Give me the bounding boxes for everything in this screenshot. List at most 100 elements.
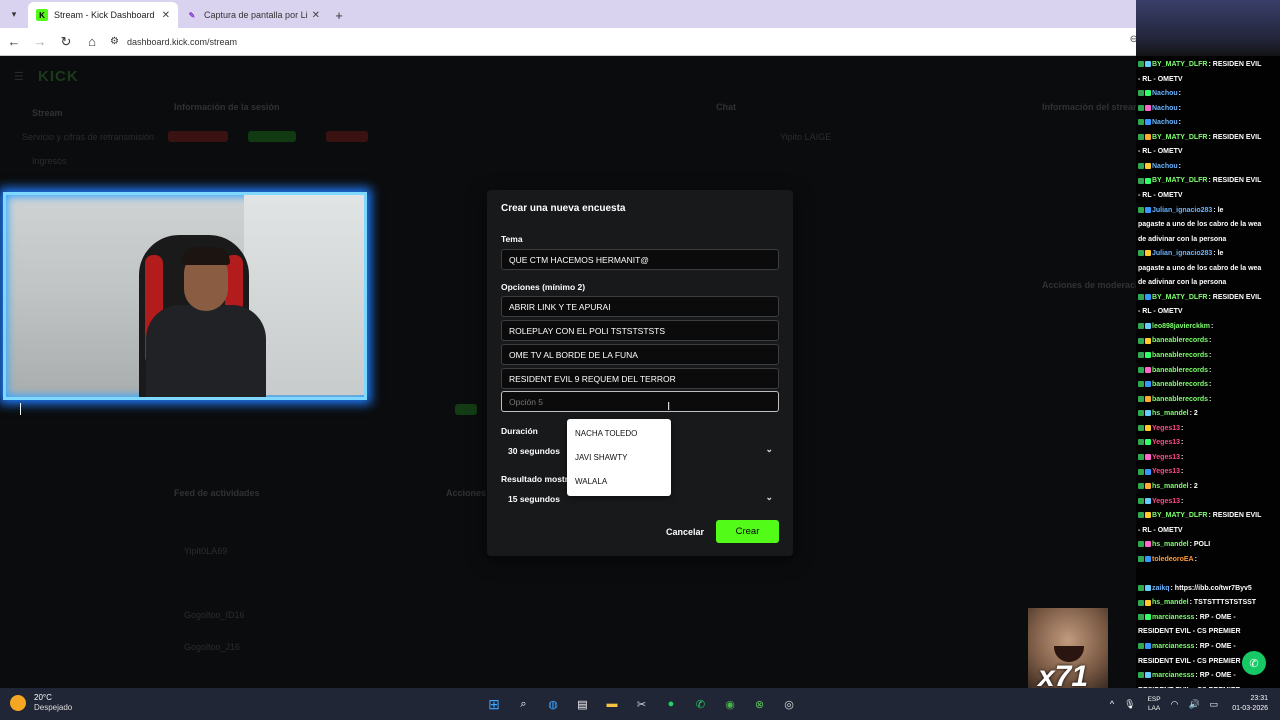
chat-username[interactable]: Nachou bbox=[1152, 163, 1178, 170]
chat-username[interactable]: BY_MATY_DLFR bbox=[1152, 512, 1207, 519]
spotify-icon[interactable]: ● bbox=[659, 692, 683, 716]
chat-username[interactable]: hs_mandel bbox=[1152, 599, 1189, 606]
chat-username[interactable]: Nachou bbox=[1152, 90, 1178, 97]
chevron-down-icon: ⌄ bbox=[765, 444, 773, 454]
xbox-icon[interactable]: ⊗ bbox=[748, 692, 772, 716]
chat-username[interactable]: marcianesss bbox=[1152, 672, 1194, 679]
chat-username[interactable]: Yeges13 bbox=[1152, 468, 1180, 475]
tab-kick-dashboard[interactable]: K Stream - Kick Dashboard ✕ bbox=[28, 2, 178, 28]
back-button[interactable]: ← bbox=[2, 30, 26, 54]
chat-username[interactable]: Yeges13 bbox=[1152, 425, 1180, 432]
battery-icon[interactable]: ▭ bbox=[1210, 699, 1219, 710]
close-tab-icon[interactable]: ✕ bbox=[312, 10, 320, 21]
chat-username[interactable]: baneablerecords bbox=[1152, 367, 1208, 374]
option-3-input[interactable]: OME TV AL BORDE DE LA FUNA bbox=[501, 344, 779, 365]
chat-username[interactable]: Nachou bbox=[1152, 105, 1178, 112]
status-pill bbox=[455, 404, 477, 415]
option-2-input[interactable]: ROLEPLAY CON EL POLI TSTSTSTSTS bbox=[501, 320, 779, 341]
chat-username[interactable]: BY_MATY_DLFR bbox=[1152, 134, 1207, 141]
chat-username[interactable]: leo898javierckkm bbox=[1152, 323, 1210, 330]
tab-lightshot[interactable]: ✎ Captura de pantalla por Lightsh ✕ bbox=[178, 2, 328, 28]
nav-stream[interactable]: Stream bbox=[32, 108, 63, 118]
nav-services[interactable]: Servicio y cifras de retransmisión bbox=[22, 132, 154, 142]
chat-username[interactable]: baneablerecords bbox=[1152, 396, 1208, 403]
whatsapp-icon[interactable]: ✆ bbox=[689, 692, 713, 716]
weather-widget[interactable]: 20°C Despejado bbox=[10, 693, 72, 713]
chat-text: : le bbox=[1213, 206, 1224, 214]
chat-username[interactable]: baneablerecords bbox=[1152, 337, 1208, 344]
nav-income[interactable]: Ingresos bbox=[32, 156, 67, 166]
option-5-input[interactable] bbox=[501, 391, 779, 412]
chat-text: - RL - OMETV bbox=[1138, 75, 1183, 83]
chat-username[interactable]: hs_mandel bbox=[1152, 410, 1189, 417]
chat-username[interactable]: BY_MATY_DLFR bbox=[1152, 177, 1207, 184]
chat-username[interactable]: BY_MATY_DLFR bbox=[1152, 294, 1207, 301]
chat-text: : TSTSTTTSTSTSST bbox=[1189, 599, 1257, 607]
badge-icon bbox=[1145, 468, 1151, 475]
search-icon[interactable]: ⌕ bbox=[512, 692, 536, 716]
chat-username[interactable]: BY_MATY_DLFR bbox=[1152, 61, 1207, 68]
panel-mod-actions: Acciones de moderación bbox=[1042, 280, 1136, 290]
chat-username[interactable]: zaikq bbox=[1152, 585, 1170, 592]
option-4-input[interactable]: RESIDENT EVIL 9 REQUEM DEL TERROR bbox=[501, 368, 779, 389]
badge-icon bbox=[1145, 395, 1151, 402]
edge-icon[interactable]: ◍ bbox=[541, 692, 565, 716]
microphone-icon[interactable]: 🎙 bbox=[1124, 699, 1135, 710]
chevron-up-icon[interactable]: ^ bbox=[1110, 699, 1114, 709]
menu-icon[interactable]: ☰ bbox=[14, 70, 24, 83]
forward-button[interactable]: → bbox=[28, 30, 52, 54]
autocomplete-option[interactable]: JAVI SHAWTY bbox=[567, 445, 671, 469]
file-explorer-icon[interactable]: ▬ bbox=[600, 692, 624, 716]
snipping-icon[interactable]: ✂ bbox=[630, 692, 654, 716]
status-pill bbox=[326, 131, 368, 142]
chat-username[interactable]: toledeoroEA bbox=[1152, 556, 1194, 563]
chat-username[interactable]: Julian_ignacio283 bbox=[1152, 207, 1212, 214]
tab-search-icon[interactable]: ▾ bbox=[0, 0, 28, 28]
cancel-button[interactable]: Cancelar bbox=[657, 522, 713, 542]
chat-username[interactable]: marcianesss bbox=[1152, 643, 1194, 650]
autocomplete-option[interactable]: NACHA TOLEDO bbox=[567, 421, 671, 445]
chat-username[interactable]: Yeges13 bbox=[1152, 454, 1180, 461]
webcam-overlay bbox=[3, 192, 367, 400]
chat-text: : bbox=[1178, 90, 1182, 98]
duration-value: 30 segundos bbox=[508, 446, 560, 456]
site-info-icon[interactable]: ⚙ bbox=[110, 36, 119, 47]
option-1-input[interactable]: ABRIR LINK Y TE APURAI bbox=[501, 296, 779, 317]
meme-overlay: x71 bbox=[1028, 608, 1108, 688]
chrome-icon[interactable]: ◉ bbox=[718, 692, 742, 716]
close-tab-icon[interactable]: ✕ bbox=[162, 10, 170, 21]
chat-text: : RP - OME - bbox=[1195, 643, 1236, 650]
chat-username[interactable]: Yeges13 bbox=[1152, 439, 1180, 446]
chat-message: Julian_ignacio283: le bbox=[1138, 247, 1278, 262]
topic-input[interactable]: QUE CTM HACEMOS HERMANIT@ bbox=[501, 249, 779, 270]
new-tab-button[interactable]: + bbox=[328, 2, 350, 28]
chat-username[interactable]: baneablerecords bbox=[1152, 352, 1208, 359]
chat-username[interactable]: baneablerecords bbox=[1152, 381, 1208, 388]
chat-username[interactable]: hs_mandel bbox=[1152, 483, 1189, 490]
store-icon[interactable]: ▤ bbox=[571, 692, 595, 716]
chat-username[interactable]: Yeges13 bbox=[1152, 498, 1180, 505]
chat-username[interactable]: Nachou bbox=[1152, 119, 1178, 126]
autocomplete-option[interactable]: WALALA bbox=[567, 469, 671, 493]
chat-text: : RESIDEN EVIL bbox=[1208, 512, 1262, 520]
chat-username[interactable]: marcianesss bbox=[1152, 614, 1194, 621]
create-button[interactable]: Crear bbox=[716, 520, 779, 543]
volume-icon[interactable]: 🔊 bbox=[1188, 699, 1199, 710]
chat-text: : RESIDEN EVIL bbox=[1208, 177, 1262, 185]
obs-icon[interactable]: ◎ bbox=[777, 692, 801, 716]
wifi-icon[interactable]: ◠ bbox=[1171, 699, 1179, 710]
chat-username[interactable]: Julian_ignacio283 bbox=[1152, 250, 1212, 257]
reload-button[interactable]: ↻ bbox=[54, 30, 78, 54]
duration-label: Duración bbox=[501, 426, 538, 436]
start-icon[interactable]: ⊞ bbox=[482, 692, 506, 716]
home-button[interactable]: ⌂ bbox=[80, 30, 104, 54]
clock[interactable]: 23:31 01-03-2026 bbox=[1232, 694, 1268, 714]
chat-text: : bbox=[1181, 468, 1184, 476]
chat-message: - RL - OMETV bbox=[1138, 305, 1278, 320]
chat-message: zaikq: https://ibb.co/twr7Byv5 bbox=[1138, 582, 1278, 597]
badge-icon bbox=[1145, 293, 1151, 300]
language-indicator[interactable]: ESP LAA bbox=[1148, 695, 1161, 713]
url-field[interactable]: ⚙ dashboard.kick.com/stream bbox=[110, 31, 237, 53]
chat-username[interactable]: hs_mandel bbox=[1152, 541, 1189, 548]
badge-icon bbox=[1145, 206, 1151, 213]
